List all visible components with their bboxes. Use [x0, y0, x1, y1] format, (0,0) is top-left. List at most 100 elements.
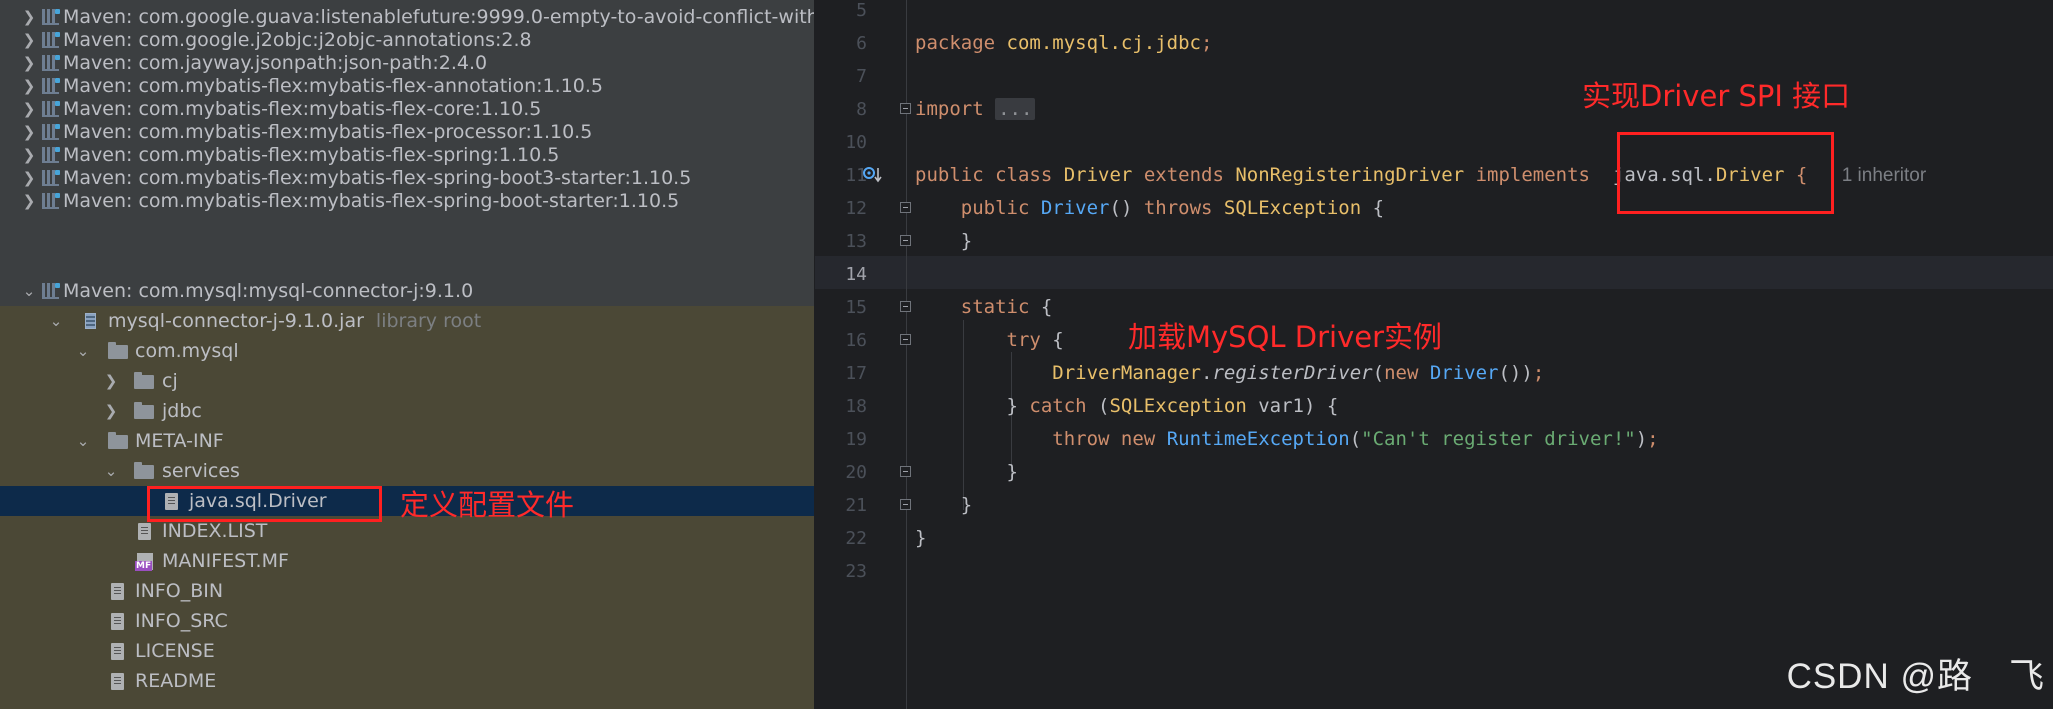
inheritor-hint[interactable]: 1 inheritor: [1842, 165, 1927, 186]
line-number: 8: [856, 99, 867, 120]
library-icon: [42, 55, 60, 71]
folder-icon: [134, 372, 154, 389]
tree-row-jar[interactable]: ⌄ mysql-connector-j-9.1.0.jar library roo…: [0, 306, 814, 336]
line-number: 7: [856, 66, 867, 87]
chevron-right-icon[interactable]: ❯: [22, 186, 36, 216]
line-number: 21: [845, 495, 867, 516]
tree-row-info-src[interactable]: INFO_SRC: [0, 606, 814, 636]
fold-marker-icon[interactable]: [900, 103, 911, 114]
chevron-down-icon[interactable]: ⌄: [104, 456, 118, 486]
tree-row-com-mysql[interactable]: ⌄ com.mysql: [0, 336, 814, 366]
spi-interface-highlight-box: [1617, 132, 1834, 214]
line-number: 5: [856, 0, 867, 21]
tree-row-label: META-INF: [135, 430, 224, 452]
tree-row-label: Maven: com.mysql:mysql-connector-j:9.1.0: [63, 280, 474, 302]
tree-row-label: com.mysql: [135, 340, 239, 362]
implements-gutter-icon[interactable]: [862, 164, 884, 186]
line-number: 18: [845, 396, 867, 417]
code-line-close-brace: }: [915, 494, 973, 516]
library-icon: [42, 101, 60, 117]
code-line-static: static {: [960, 296, 1053, 318]
csdn-watermark: CSDN @路 飞: [1786, 657, 2045, 696]
fold-marker-icon[interactable]: [900, 235, 911, 246]
current-line-highlight: [815, 256, 2053, 289]
library-icon: [42, 147, 60, 163]
line-number: 15: [845, 297, 867, 318]
tree-row-label: jdbc: [162, 400, 202, 422]
folder-icon: [134, 462, 154, 479]
tree-row-label: mysql-connector-j-9.1.0.jar: [108, 310, 364, 332]
library-icon: [42, 9, 60, 25]
line-number: 20: [845, 462, 867, 483]
text-file-icon: [111, 613, 124, 630]
tree-row-info-bin[interactable]: INFO_BIN: [0, 576, 814, 606]
tree-row-services[interactable]: ⌄ services: [0, 456, 814, 486]
library-root-hint: library root: [375, 310, 482, 332]
fold-marker-icon[interactable]: [900, 301, 911, 312]
tree-row-label: LICENSE: [135, 640, 215, 662]
tree-row-license[interactable]: LICENSE: [0, 636, 814, 666]
fold-marker-icon[interactable]: [900, 499, 911, 510]
library-icon: [42, 193, 60, 209]
code-line-throw: throw new RuntimeException("Can't regist…: [1052, 428, 1659, 450]
library-icon: [42, 32, 60, 48]
library-icon: [42, 78, 60, 94]
folder-icon: [108, 432, 128, 449]
line-number: 22: [845, 528, 867, 549]
fold-marker-icon[interactable]: [900, 334, 911, 345]
line-number: 23: [845, 561, 867, 582]
code-line-package: package com.mysql.cj.jdbc;: [915, 32, 1213, 54]
folder-icon: [134, 402, 154, 419]
fold-marker-icon[interactable]: [900, 202, 911, 213]
code-line-close-brace: }: [915, 461, 1018, 483]
folded-import[interactable]: ...: [995, 98, 1036, 120]
line-number: 19: [845, 429, 867, 450]
code-line-close-brace: }: [915, 230, 973, 252]
tree-row-jdbc[interactable]: ❯ jdbc: [0, 396, 814, 426]
tree-row-mybatis-flex-spring-boot-starter[interactable]: ❯ Maven: com.mybatis-flex:mybatis-flex-s…: [0, 186, 814, 216]
line-number-current: 14: [845, 264, 867, 285]
text-file-icon: [111, 583, 124, 600]
jar-icon: [85, 313, 96, 329]
line-number: 17: [845, 363, 867, 384]
line-number: 16: [845, 330, 867, 351]
chevron-down-icon[interactable]: ⌄: [49, 306, 63, 336]
line-number: 13: [845, 231, 867, 252]
code-line-close-brace: }: [915, 527, 927, 549]
code-line-import: import ...: [915, 93, 1036, 126]
config-file-annotation: 定义配置文件: [400, 488, 575, 522]
tree-row-label: INFO_BIN: [135, 580, 224, 602]
tree-row-label: services: [162, 460, 240, 482]
line-number: 11: [845, 165, 867, 186]
fold-marker-icon[interactable]: [900, 466, 911, 477]
line-number: 6: [856, 33, 867, 54]
code-line-register: DriverManager.registerDriver(new Driver(…: [1052, 362, 1545, 384]
tree-row-label: MANIFEST.MF: [162, 550, 289, 572]
tree-row-meta-inf[interactable]: ⌄ META-INF: [0, 426, 814, 456]
tree-row-label: cj: [162, 370, 178, 392]
text-file-icon: [138, 523, 151, 540]
tree-row-cj[interactable]: ❯ cj: [0, 366, 814, 396]
tree-row-manifest[interactable]: MANIFEST.MF: [0, 546, 814, 576]
folder-icon: [108, 342, 128, 359]
chevron-down-icon[interactable]: ⌄: [22, 276, 36, 306]
chevron-right-icon[interactable]: ❯: [104, 366, 118, 396]
line-number: 10: [845, 132, 867, 153]
tree-row-mysql-connector[interactable]: ⌄ Maven: com.mysql:mysql-connector-j:9.1…: [0, 276, 814, 306]
code-line-catch: } catch (SQLException var1) {: [915, 395, 1339, 417]
tree-row-label: INFO_SRC: [135, 610, 228, 632]
config-file-highlight-box: [147, 486, 382, 522]
tree-row-label: Maven: com.mybatis-flex:mybatis-flex-spr…: [63, 190, 680, 212]
text-file-icon: [111, 643, 124, 660]
library-icon: [42, 283, 60, 299]
manifest-file-icon: [135, 553, 153, 571]
chevron-down-icon[interactable]: ⌄: [76, 426, 90, 456]
tree-row-readme[interactable]: README: [0, 666, 814, 696]
code-line-try: try {: [1006, 329, 1064, 351]
library-icon: [42, 124, 60, 140]
chevron-right-icon[interactable]: ❯: [104, 396, 118, 426]
code-line-constructor: public Driver() throws SQLException {: [960, 197, 1385, 219]
load-driver-annotation: 加载MySQL Driver实例: [1128, 320, 1443, 354]
library-icon: [42, 170, 60, 186]
chevron-down-icon[interactable]: ⌄: [76, 336, 90, 366]
